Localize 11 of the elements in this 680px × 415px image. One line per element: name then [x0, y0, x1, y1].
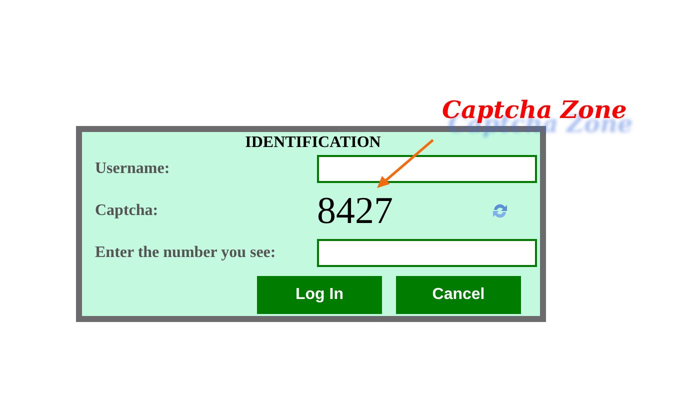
field-label: Enter the number you see: — [95, 243, 277, 263]
annotation-label: Captcha Zone — [442, 94, 627, 126]
captcha-number: 8427 — [317, 192, 393, 230]
field-label: Captcha: — [95, 201, 160, 221]
form-button[interactable]: Log In — [257, 276, 382, 314]
input-field[interactable] — [317, 239, 537, 267]
refresh-icon[interactable] — [491, 202, 509, 220]
form-button[interactable]: Cancel — [396, 276, 521, 314]
input-field[interactable] — [317, 155, 537, 183]
form-title: IDENTIFICATION — [244, 133, 382, 152]
field-label: Username: — [95, 159, 171, 179]
